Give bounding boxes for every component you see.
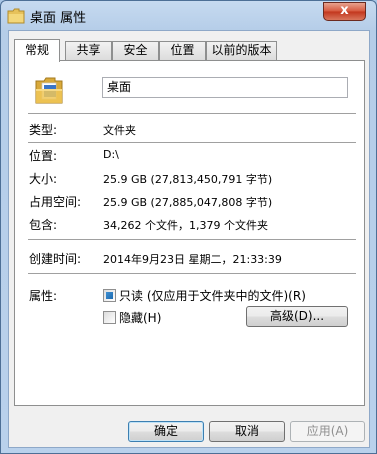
created-label: 创建时间: [29, 252, 82, 266]
folder-icon [33, 75, 65, 107]
disk-size-label: 占用空间: [29, 195, 82, 209]
close-icon: x [340, 3, 349, 18]
separator [28, 142, 356, 143]
tab-security[interactable]: 安全 [112, 41, 159, 60]
location-value: D:\ [103, 148, 119, 161]
tab-sharing[interactable]: 共享 [65, 41, 112, 60]
folder-icon [7, 8, 25, 24]
hidden-label[interactable]: 隐藏(H) [119, 309, 161, 326]
cancel-button[interactable]: 取消 [209, 421, 285, 442]
separator [28, 113, 356, 114]
ok-button[interactable]: 确定 [128, 421, 204, 442]
properties-window: 桌面 属性 x 常规 共享 安全 位置 以前的版本 桌面 类型: 文件夹 位置:… [0, 0, 377, 454]
advanced-button[interactable]: 高级(D)... [246, 306, 348, 327]
dialog-client: 常规 共享 安全 位置 以前的版本 桌面 类型: 文件夹 位置: D:\ 大小:… [8, 30, 370, 448]
separator [28, 239, 356, 240]
location-label: 位置: [29, 149, 58, 163]
disk-size-value: 25.9 GB (27,885,047,808 字节) [103, 196, 273, 209]
title-bar[interactable]: 桌面 属性 x [1, 1, 376, 31]
general-panel: 桌面 类型: 文件夹 位置: D:\ 大小: 25.9 GB (27,813,4… [14, 60, 365, 406]
folder-name-input[interactable]: 桌面 [102, 77, 348, 98]
size-value: 25.9 GB (27,813,450,791 字节) [103, 173, 273, 186]
tab-general[interactable]: 常规 [14, 39, 60, 62]
created-value: 2014年9月23日 星期二，21:33:39 [103, 253, 282, 266]
type-label: 类型: [29, 123, 58, 137]
size-label: 大小: [29, 172, 58, 186]
type-value: 文件夹 [103, 124, 136, 137]
window-title: 桌面 属性 [30, 11, 87, 26]
separator [28, 273, 356, 274]
readonly-checkbox[interactable] [103, 289, 116, 302]
hidden-checkbox[interactable] [103, 311, 116, 324]
attributes-label: 属性: [29, 289, 58, 303]
contains-label: 包含: [29, 218, 58, 232]
close-button[interactable]: x [323, 2, 366, 21]
tab-location[interactable]: 位置 [159, 41, 206, 60]
tab-previous-versions[interactable]: 以前的版本 [206, 41, 277, 60]
readonly-label[interactable]: 只读 (仅应用于文件夹中的文件)(R) [119, 287, 306, 304]
apply-button[interactable]: 应用(A) [290, 421, 365, 442]
contains-value: 34,262 个文件，1,379 个文件夹 [103, 219, 268, 232]
